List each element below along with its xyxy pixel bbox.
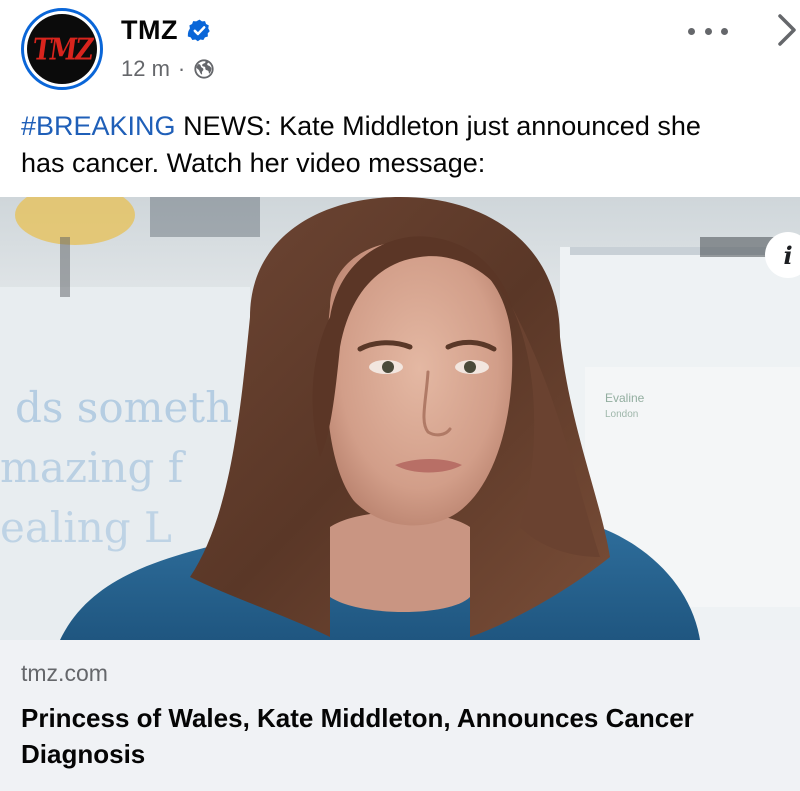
post-text-line-2: has cancer. Watch her video message: (21, 148, 486, 178)
svg-text:London: London (605, 409, 638, 420)
post-body-text: #BREAKING NEWS: Kate Middleton just anno… (21, 108, 796, 182)
hashtag-link[interactable]: #BREAKING (21, 111, 176, 141)
more-options-button[interactable] (688, 16, 728, 46)
post-timestamp[interactable]: 12 m (121, 56, 170, 82)
more-horizontal-icon-dot (704, 27, 712, 35)
post-text-line-1: #BREAKING NEWS: Kate Middleton just anno… (21, 108, 796, 145)
svg-text:mazing f: mazing f (0, 443, 187, 492)
more-horizontal-icon-dot (688, 27, 695, 35)
link-title[interactable]: Princess of Wales, Kate Middleton, Annou… (21, 700, 791, 772)
svg-text:Evaline: Evaline (605, 391, 645, 405)
svg-text:ds someth: ds someth (15, 383, 232, 432)
page-name-row: TMZ (121, 15, 212, 46)
portrait-photo: ds someth mazing f ealing L Evaline Lond… (0, 197, 800, 640)
tmz-logo-text: TMZ (30, 31, 94, 67)
tmz-logo: TMZ (27, 14, 97, 84)
verified-badge-icon (187, 19, 210, 42)
svg-text:ealing L: ealing L (0, 503, 172, 552)
post-header: TMZ TMZ 12 m · (0, 0, 800, 100)
globe-icon[interactable] (193, 58, 215, 80)
more-horizontal-icon-dot (721, 27, 728, 35)
page-avatar[interactable]: TMZ (21, 8, 103, 90)
link-preview-card[interactable]: tmz.com Princess of Wales, Kate Middleto… (0, 640, 800, 791)
post-photo[interactable]: ds someth mazing f ealing L Evaline Lond… (0, 197, 800, 640)
chevron-right-icon[interactable] (770, 10, 800, 50)
post-text-line-1-rest: NEWS: Kate Middleton just announced she (175, 111, 701, 141)
page-name-link[interactable]: TMZ (121, 15, 178, 46)
link-domain: tmz.com (21, 660, 108, 686)
meta-separator: · (177, 56, 186, 81)
post-meta: 12 m · (121, 56, 215, 82)
